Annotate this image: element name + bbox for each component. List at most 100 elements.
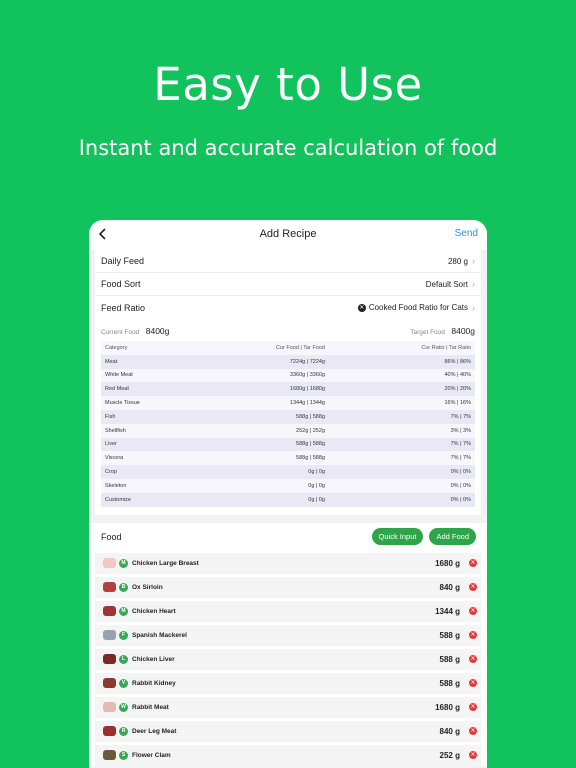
- list-item[interactable]: M Chicken Large Breast 1680 g ✕: [95, 552, 481, 574]
- table-row: Crop 0g | 0g 0% | 0%: [101, 465, 475, 479]
- category-badge: S: [119, 750, 128, 760]
- food-amount[interactable]: 1680 g: [435, 703, 460, 712]
- table-row: Muscle Tissue 1344g | 1344g 16% | 16%: [101, 396, 475, 410]
- table-row: Viscera 588g | 588g 7% | 7%: [101, 451, 475, 466]
- header-category: Category: [105, 344, 128, 351]
- delete-icon[interactable]: ✕: [469, 559, 477, 568]
- category-badge: L: [119, 654, 128, 664]
- food-totals: Current Food 8400g Target Food 8400g: [95, 319, 481, 341]
- delete-icon[interactable]: ✕: [469, 751, 477, 760]
- food-sort-row[interactable]: Food Sort Default Sort ›: [95, 273, 481, 296]
- table-row: Customize 0g | 0g 0% | 0%: [101, 492, 475, 507]
- category-badge: R: [119, 726, 128, 736]
- delete-icon[interactable]: ✕: [469, 703, 477, 712]
- navbar: Add Recipe Send: [89, 220, 487, 250]
- settings-card: Daily Feed 280 g › Food Sort Default Sor…: [95, 250, 481, 515]
- food-name: Flower Clam: [132, 751, 171, 759]
- food-header: Food Quick Input Add Food: [89, 523, 487, 551]
- cell-category: Liver: [105, 441, 117, 448]
- ratio-table: Category Cur Food | Tar Food Cur Ratio |…: [101, 341, 475, 507]
- food-name: Rabbit Meat: [132, 703, 169, 711]
- food-amount[interactable]: 840 g: [440, 727, 460, 736]
- chevron-right-icon: ›: [472, 302, 475, 313]
- category-badge: V: [119, 678, 128, 688]
- food-amount[interactable]: 252 g: [440, 751, 460, 760]
- delete-icon[interactable]: ✕: [469, 655, 477, 664]
- daily-feed-label: Daily Feed: [101, 256, 145, 266]
- category-badge: W: [119, 702, 128, 712]
- cell-ratio: 16% | 16%: [444, 400, 471, 407]
- delete-icon[interactable]: ✕: [469, 679, 477, 688]
- cell-category: Muscle Tissue: [105, 400, 140, 407]
- food-name: Deer Leg Meat: [132, 727, 177, 735]
- table-row: Skeleton 0g | 0g 0% | 0%: [101, 478, 475, 493]
- header-ratio: Cur Ratio | Tar Ratio: [421, 344, 471, 351]
- food-thumbnail: [103, 750, 116, 761]
- food-amount[interactable]: 588 g: [440, 631, 460, 640]
- table-header: Category Cur Food | Tar Food Cur Ratio |…: [101, 341, 475, 355]
- food-name: Chicken Large Breast: [132, 559, 199, 567]
- list-item[interactable]: R Deer Leg Meat 840 g ✕: [95, 720, 481, 742]
- list-item[interactable]: F Spanish Mackerel 588 g ✕: [95, 624, 481, 646]
- table-row: Liver 588g | 588g 7% | 7%: [101, 437, 475, 452]
- cell-food: 588g | 588g: [296, 441, 325, 448]
- food-name: Chicken Liver: [132, 655, 175, 663]
- cell-category: Meat: [105, 358, 118, 365]
- food-thumbnail: [103, 606, 116, 617]
- page-title: Add Recipe: [259, 228, 317, 240]
- cell-food: 1680g | 1680g: [289, 386, 325, 393]
- cell-ratio: 40% | 40%: [444, 372, 471, 379]
- food-amount[interactable]: 1344 g: [435, 607, 460, 616]
- food-thumbnail: [103, 582, 116, 593]
- quick-input-button[interactable]: Quick Input: [371, 528, 424, 546]
- table-row: Fish 588g | 588g 7% | 7%: [101, 409, 475, 424]
- chevron-right-icon: ›: [472, 279, 475, 289]
- current-food-value: 8400g: [145, 326, 170, 336]
- food-sort-value: Default Sort: [425, 279, 468, 289]
- food-amount[interactable]: 840 g: [440, 583, 460, 592]
- list-item[interactable]: M Chicken Heart 1344 g ✕: [95, 600, 481, 622]
- cell-category: Customize: [105, 496, 131, 503]
- add-food-button[interactable]: Add Food: [429, 528, 476, 546]
- list-item[interactable]: W Rabbit Meat 1680 g ✕: [95, 696, 481, 718]
- food-thumbnail: [103, 678, 116, 689]
- cell-food: 0g | 0g: [308, 482, 325, 489]
- table-row: Shellfish 252g | 252g 3% | 3%: [101, 423, 475, 438]
- food-name: Chicken Heart: [132, 607, 176, 615]
- food-amount[interactable]: 1680 g: [435, 559, 460, 568]
- list-item[interactable]: S Flower Clam 252 g ✕: [95, 744, 481, 766]
- cell-ratio: 20% | 20%: [444, 386, 471, 393]
- daily-feed-row[interactable]: Daily Feed 280 g ›: [95, 250, 481, 273]
- daily-feed-value: 280 g: [447, 256, 468, 266]
- cell-ratio: 86% | 86%: [444, 358, 471, 365]
- cell-ratio: 7% | 7%: [450, 441, 471, 448]
- clear-icon[interactable]: ✕: [357, 303, 366, 312]
- target-food-value: 8400g: [451, 326, 475, 336]
- food-sort-label: Food Sort: [101, 279, 141, 289]
- cell-category: Skeleton: [105, 482, 127, 489]
- cell-ratio: 7% | 7%: [450, 455, 471, 462]
- delete-icon[interactable]: ✕: [469, 727, 477, 736]
- delete-icon[interactable]: ✕: [469, 607, 477, 616]
- cell-category: Red Meat: [105, 386, 129, 393]
- table-row: White Meat 3360g | 3360g 40% | 40%: [101, 368, 475, 383]
- send-button[interactable]: Send: [455, 228, 478, 239]
- cell-food: 3360g | 3360g: [289, 372, 325, 379]
- list-item[interactable]: B Ox Sirloin 840 g ✕: [95, 576, 481, 598]
- food-amount[interactable]: 588 g: [440, 679, 460, 688]
- list-item[interactable]: L Chicken Liver 588 g ✕: [95, 648, 481, 670]
- cell-category: Fish: [105, 413, 116, 420]
- target-food-label: Target Food: [410, 329, 445, 336]
- food-thumbnail: [103, 702, 116, 713]
- category-badge: B: [119, 582, 128, 592]
- feed-ratio-row[interactable]: Feed Ratio ✕ Cooked Food Ratio for Cats …: [95, 296, 481, 319]
- cell-ratio: 0% | 0%: [450, 496, 471, 503]
- table-row: Meat 7224g | 7224g 86% | 86%: [101, 354, 475, 369]
- delete-icon[interactable]: ✕: [469, 631, 477, 640]
- delete-icon[interactable]: ✕: [469, 583, 477, 592]
- food-thumbnail: [103, 654, 116, 665]
- cell-food: 0g | 0g: [308, 469, 325, 476]
- food-thumbnail: [103, 726, 116, 737]
- list-item[interactable]: V Rabbit Kidney 588 g ✕: [95, 672, 481, 694]
- food-amount[interactable]: 588 g: [440, 655, 460, 664]
